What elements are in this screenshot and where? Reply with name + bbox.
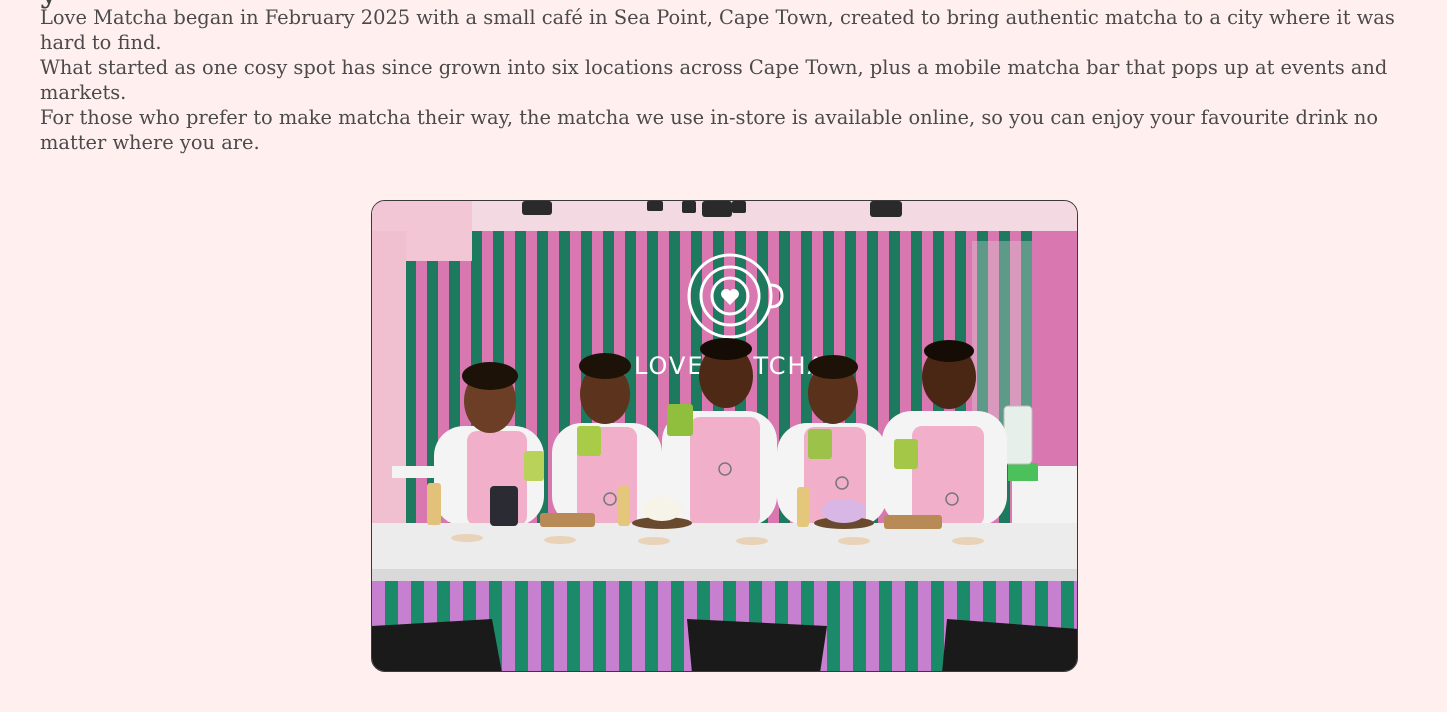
bar-stools	[372, 619, 1077, 671]
story-paragraph-2: What started as one cosy spot has since …	[40, 56, 1388, 104]
team-photo: LOVE MATCHA	[371, 200, 1078, 672]
story-text: Love Matcha began in February 2025 with …	[40, 5, 1425, 155]
team-photo-illustration: LOVE MATCHA	[372, 201, 1077, 671]
story-paragraph-1: Love Matcha began in February 2025 with …	[40, 6, 1395, 54]
story-paragraph-3: For those who prefer to make matcha thei…	[40, 106, 1378, 154]
page: y Love Matcha began in February 2025 wit…	[0, 0, 1447, 712]
